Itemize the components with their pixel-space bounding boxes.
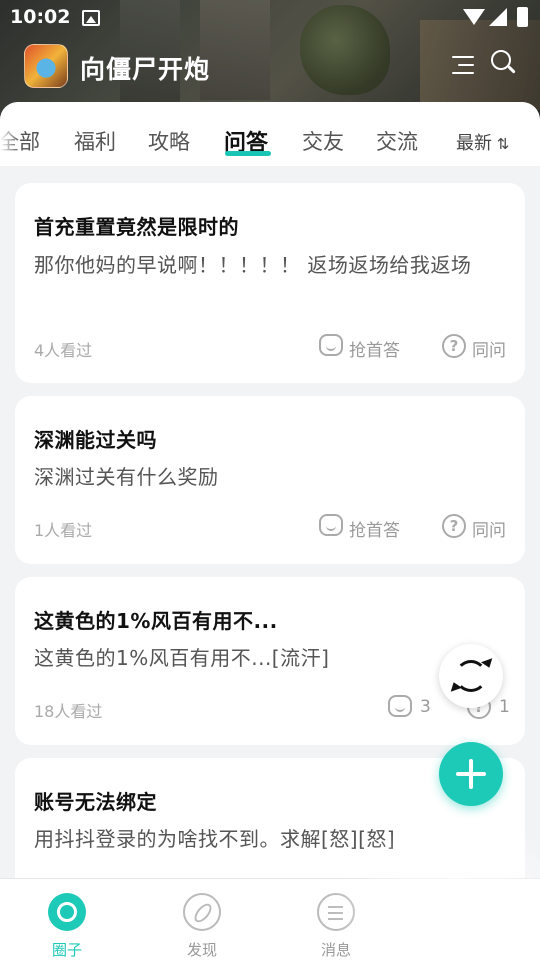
nav-label: 发现 (186, 941, 217, 959)
circle-icon (48, 893, 86, 931)
same-question-label: 同问 (472, 521, 506, 541)
question-title: 这黄色的1%风百有用不... (34, 609, 278, 633)
sort-arrows-icon: ⇅ (492, 135, 510, 153)
tab-welfare[interactable]: 福利 (74, 126, 116, 156)
same-question-label: 同问 (472, 341, 506, 361)
nav-label: 圈子 (51, 941, 82, 959)
battery-icon (517, 7, 528, 27)
view-count: 1人看过 (34, 521, 93, 540)
page-title: 向僵尸开炮 (80, 55, 211, 84)
nav-item-discover[interactable]: 发现 (142, 879, 262, 960)
question-body: 这黄色的1%风百有用不...[流汗] (34, 646, 330, 670)
question-body: 那你他妈的早说啊！！！！！ 返场返场给我返场 (34, 253, 472, 277)
question-card[interactable]: 首充重置竟然是限时的 那你他妈的早说啊！！！！！ 返场返场给我返场 4人看过 抢… (15, 183, 525, 383)
active-tab-indicator (225, 151, 271, 156)
signal-icon (489, 8, 507, 26)
status-bar: 10:02 (0, 0, 540, 36)
sort-button[interactable]: 最新 ⇅ (456, 129, 509, 155)
app-bar: 向僵尸开炮 (0, 36, 540, 100)
same-question-count: 1 (499, 697, 510, 717)
game-icon[interactable] (24, 44, 68, 88)
question-mark-icon: ? (442, 514, 466, 538)
view-count: 4人看过 (34, 341, 93, 360)
nav-item-circle[interactable]: 圈子 (7, 879, 127, 960)
compass-icon (183, 893, 221, 931)
category-tabs: 全部 福利 攻略 问答 交友 交流 最新 ⇅ (0, 102, 540, 166)
status-time: 10:02 (10, 6, 71, 28)
tab-friends[interactable]: 交友 (302, 126, 344, 156)
chat-icon (319, 334, 343, 356)
question-title: 深渊能过关吗 (34, 428, 157, 452)
chat-icon (319, 514, 343, 536)
search-icon[interactable] (491, 50, 517, 76)
answer-label: 抢首答 (349, 341, 400, 361)
question-title: 首充重置竟然是限时的 (34, 215, 239, 239)
menu-icon[interactable] (450, 54, 474, 76)
question-title: 账号无法绑定 (34, 790, 157, 814)
answer-count: 3 (420, 697, 431, 717)
question-body: 深渊过关有什么奖励 (34, 465, 219, 489)
sort-label: 最新 (456, 133, 492, 154)
add-post-button[interactable] (439, 742, 503, 806)
image-notification-icon (82, 10, 100, 26)
tab-guides[interactable]: 攻略 (148, 126, 190, 156)
question-mark-icon: ? (442, 334, 466, 358)
tab-discussion[interactable]: 交流 (376, 126, 418, 156)
refresh-button[interactable] (439, 644, 503, 708)
answer-label: 抢首答 (349, 521, 400, 541)
chat-icon (388, 695, 412, 717)
question-card[interactable]: 深渊能过关吗 深渊过关有什么奖励 1人看过 抢首答 ? 同问 (15, 396, 525, 564)
wifi-icon (463, 9, 485, 25)
view-count: 18人看过 (34, 702, 103, 721)
